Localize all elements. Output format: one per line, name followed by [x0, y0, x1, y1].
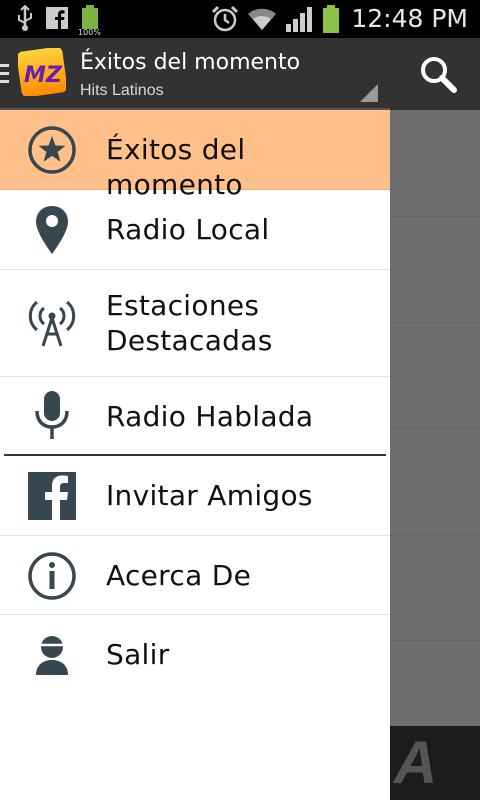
status-time: 12:48 PM	[351, 4, 468, 33]
drawer-item-salir[interactable]: Salir	[0, 615, 390, 695]
battery-icon	[323, 4, 340, 33]
app-logo[interactable]: MZ	[18, 48, 66, 96]
drawer-toggle[interactable]	[0, 64, 9, 88]
battery-small-label: 100%	[78, 28, 101, 37]
drawer-item-radio-hablada[interactable]: Radio Hablada	[0, 377, 390, 455]
background-player-bar: A	[390, 726, 480, 800]
drawer-item-label: Radio Local	[106, 213, 270, 246]
page-title: Éxitos del momento	[80, 50, 301, 75]
search-icon[interactable]	[418, 54, 458, 94]
action-bar: MZ Éxitos del momento Hits Latinos	[0, 38, 480, 110]
facebook-icon	[28, 472, 76, 520]
user-icon	[36, 636, 68, 675]
star-icon	[28, 126, 76, 174]
signal-icon	[286, 6, 313, 32]
drawer-item-label: Salir	[106, 638, 170, 671]
battery-small-icon: 100%	[78, 5, 101, 37]
antenna-icon	[28, 300, 76, 347]
usb-icon	[18, 5, 32, 31]
drawer-item-label: Radio Hablada	[106, 400, 314, 433]
status-bar: 100% 12:48 PM	[0, 0, 480, 38]
dropdown-corner-icon[interactable]	[360, 84, 378, 102]
alarm-icon	[212, 5, 239, 31]
navigation-drawer: Éxitos del momento Radio Local Estacione…	[0, 110, 390, 800]
facebook-notification-icon	[46, 7, 68, 29]
wifi-icon	[248, 8, 277, 30]
drawer-item-acerca-de[interactable]: Acerca De	[0, 536, 390, 615]
drawer-item-radio-local[interactable]: Radio Local	[0, 190, 390, 270]
drawer-item-invitar-amigos[interactable]: Invitar Amigos	[0, 456, 390, 536]
page-subtitle[interactable]: Hits Latinos	[80, 82, 164, 100]
svg-text:MZ: MZ	[24, 63, 63, 88]
background-list	[390, 110, 480, 800]
background-text: A	[394, 729, 438, 796]
info-icon	[28, 552, 76, 600]
drawer-item-exitos[interactable]: Éxitos del momento	[0, 110, 390, 201]
drawer-item-label: Invitar Amigos	[106, 479, 313, 512]
drawer-item-label: Estaciones Destacadas	[106, 289, 273, 357]
location-pin-icon	[36, 206, 68, 254]
drawer-item-label: Acerca De	[106, 559, 252, 592]
microphone-icon	[35, 391, 69, 439]
drawer-item-estaciones-destacadas[interactable]: Estaciones Destacadas	[0, 270, 390, 377]
